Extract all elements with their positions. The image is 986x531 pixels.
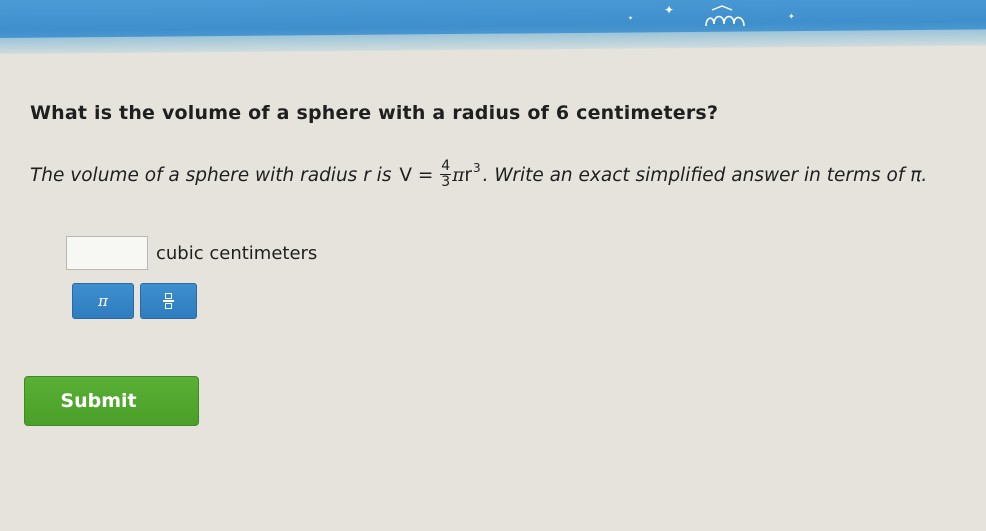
- instructions-suffix: . Write an exact simplified answer in te…: [482, 165, 928, 186]
- formula-fraction: 43: [440, 157, 452, 190]
- volume-formula: V = 4 3 πr3: [399, 158, 480, 195]
- instructions-text: The volume of a sphere with radius r is …: [30, 158, 980, 195]
- submit-button[interactable]: Submit: [24, 376, 199, 426]
- formula-variable: r: [464, 165, 472, 186]
- cloud-decoration-icon: [702, 2, 748, 34]
- insert-pi-button[interactable]: π: [72, 283, 134, 319]
- answer-row: cubic centimeters: [66, 236, 317, 270]
- fraction-icon: [163, 293, 174, 309]
- formula-pi: π: [452, 165, 465, 186]
- sparkle-icon: ✦: [664, 3, 675, 17]
- answer-unit-label: cubic centimeters: [156, 242, 318, 264]
- fraction-denominator: 3: [441, 173, 451, 190]
- sparkle-icon: ✦: [628, 15, 634, 22]
- insert-fraction-button[interactable]: [140, 283, 197, 319]
- fraction-numerator: 4: [440, 157, 452, 175]
- question-text: What is the volume of a sphere with a ra…: [30, 102, 719, 124]
- sparkle-icon: ✦: [788, 12, 795, 21]
- formula-exponent: 3: [472, 161, 481, 175]
- instructions-prefix: The volume of a sphere with radius r is: [30, 165, 398, 186]
- answer-input[interactable]: [66, 236, 148, 270]
- formula-lhs: V =: [399, 165, 440, 186]
